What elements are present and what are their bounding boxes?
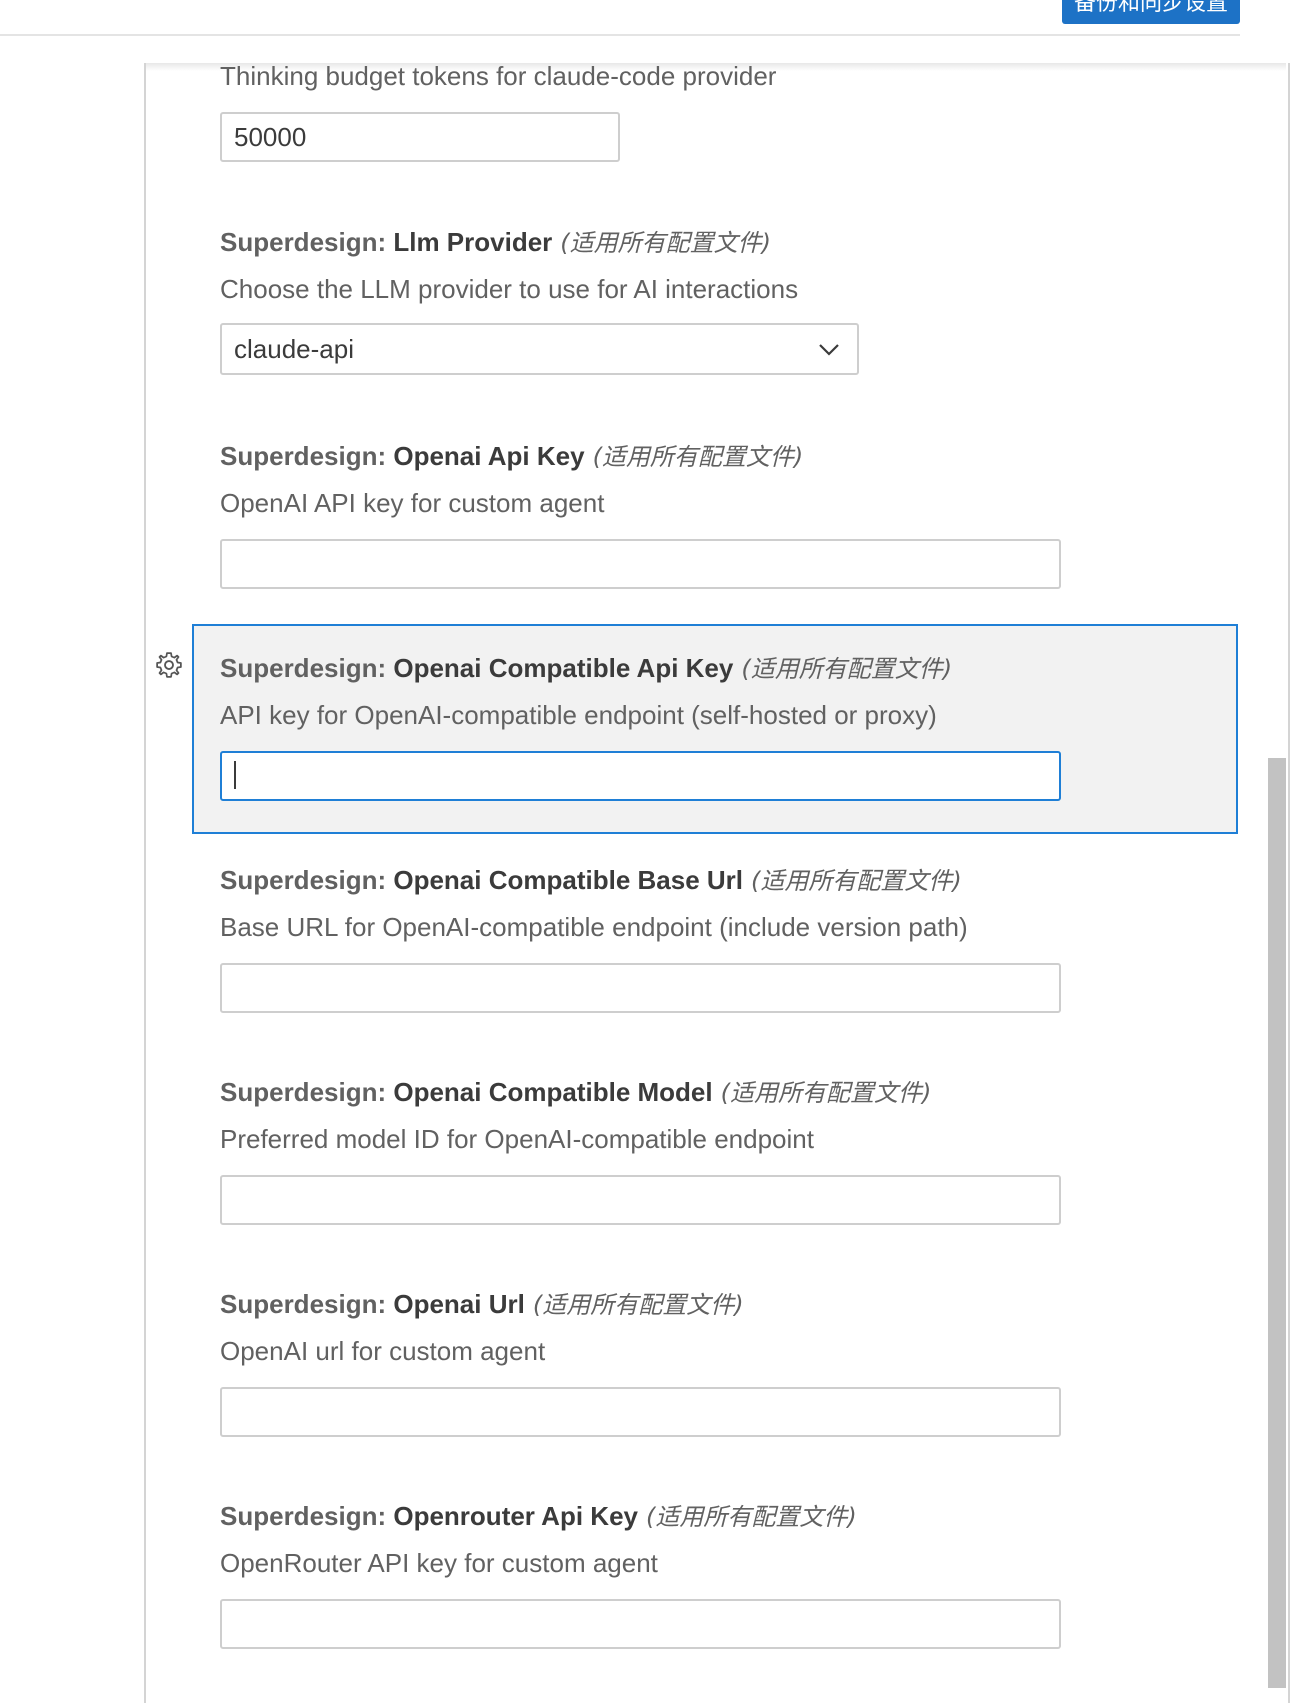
openai-compatible-api-key-input[interactable] — [220, 751, 1061, 801]
setting-description: Thinking budget tokens for claude-code p… — [220, 61, 777, 91]
openai-compatible-base-url-input[interactable] — [220, 963, 1061, 1013]
openai-compatible-model-input[interactable] — [220, 1175, 1061, 1225]
setting-name: Openrouter Api Key — [393, 1501, 638, 1531]
setting-name: Openai Api Key — [393, 441, 585, 471]
setting-title: Superdesign: Openai Api Key (适用所有配置文件) — [220, 440, 1230, 473]
setting-name: Openai Compatible Model — [393, 1077, 713, 1107]
setting-description: OpenRouter API key for custom agent — [220, 1548, 658, 1578]
setting-description: Base URL for OpenAI-compatible endpoint … — [220, 912, 968, 942]
chevron-down-icon — [819, 344, 839, 356]
setting-category: Superdesign: — [220, 227, 394, 257]
setting-title: Superdesign: Openai Compatible Api Key (适… — [220, 652, 1230, 685]
setting-description: Preferred model ID for OpenAI-compatible… — [220, 1124, 814, 1154]
llm-provider-selected-value: claude-api — [234, 334, 354, 364]
setting-category: Superdesign: — [220, 1501, 394, 1531]
thinking-budget-input[interactable] — [220, 112, 620, 162]
setting-scope: (适用所有配置文件) — [741, 655, 953, 683]
setting-description: OpenAI url for custom agent — [220, 1336, 546, 1366]
setting-description: Choose the LLM provider to use for AI in… — [220, 274, 799, 304]
setting-openai-compatible-api-key: Superdesign: Openai Compatible Api Key (适… — [220, 652, 1230, 801]
setting-openai-url: Superdesign: Openai Url (适用所有配置文件) OpenAI… — [220, 1288, 1230, 1437]
setting-category: Superdesign: — [220, 441, 394, 471]
openai-api-key-input[interactable] — [220, 539, 1061, 589]
setting-title: Superdesign: Openrouter Api Key (适用所有配置文件… — [220, 1500, 1230, 1533]
setting-name: Openai Compatible Base Url — [393, 865, 744, 895]
setting-name: Openai Url — [393, 1289, 525, 1319]
openai-url-input[interactable] — [220, 1387, 1061, 1437]
openrouter-api-key-input[interactable] — [220, 1599, 1061, 1649]
setting-description: API key for OpenAI-compatible endpoint (… — [220, 700, 937, 730]
text-caret — [234, 761, 236, 789]
setting-name: Llm Provider — [393, 227, 553, 257]
llm-provider-select[interactable]: claude-api — [220, 323, 859, 375]
setting-openai-compatible-model: Superdesign: Openai Compatible Model (适用所… — [220, 1076, 1230, 1225]
setting-description: OpenAI API key for custom agent — [220, 488, 605, 518]
setting-title: Superdesign: Llm Provider (适用所有配置文件) — [220, 226, 1230, 259]
setting-thinking-budget: Thinking budget tokens for claude-code p… — [220, 60, 1230, 162]
setting-category: Superdesign: — [220, 1077, 394, 1107]
setting-scope: (适用所有配置文件) — [646, 1503, 857, 1531]
setting-openrouter-api-key: Superdesign: Openrouter Api Key (适用所有配置文件… — [220, 1500, 1230, 1649]
setting-scope: (适用所有配置文件) — [720, 1079, 932, 1107]
setting-scope: (适用所有配置文件) — [751, 867, 962, 895]
backup-sync-settings-button[interactable]: 备份和同步设置 — [1061, 0, 1240, 24]
setting-name: Openai Compatible Api Key — [393, 653, 734, 683]
setting-openai-api-key: Superdesign: Openai Api Key (适用所有配置文件) Op… — [220, 440, 1230, 589]
setting-scope: (适用所有配置文件) — [532, 1291, 744, 1319]
settings-header: 备份和同步设置 — [0, 0, 1240, 36]
setting-openai-compatible-base-url: Superdesign: Openai Compatible Base Url(… — [220, 864, 1230, 1013]
setting-scope: (适用所有配置文件) — [560, 229, 772, 257]
gear-icon[interactable] — [154, 650, 184, 680]
setting-title: Superdesign: Openai Compatible Base Url(… — [220, 864, 1230, 897]
setting-category: Superdesign: — [220, 653, 394, 683]
setting-title: Superdesign: Openai Compatible Model (适用所… — [220, 1076, 1230, 1109]
setting-llm-provider: Superdesign: Llm Provider (适用所有配置文件) Choo… — [220, 226, 1230, 375]
setting-title: Superdesign: Openai Url (适用所有配置文件) — [220, 1288, 1230, 1321]
setting-category: Superdesign: — [220, 1289, 394, 1319]
setting-scope: (适用所有配置文件) — [592, 443, 804, 471]
setting-category: Superdesign: — [220, 865, 394, 895]
scrollbar-thumb[interactable] — [1268, 758, 1286, 1688]
